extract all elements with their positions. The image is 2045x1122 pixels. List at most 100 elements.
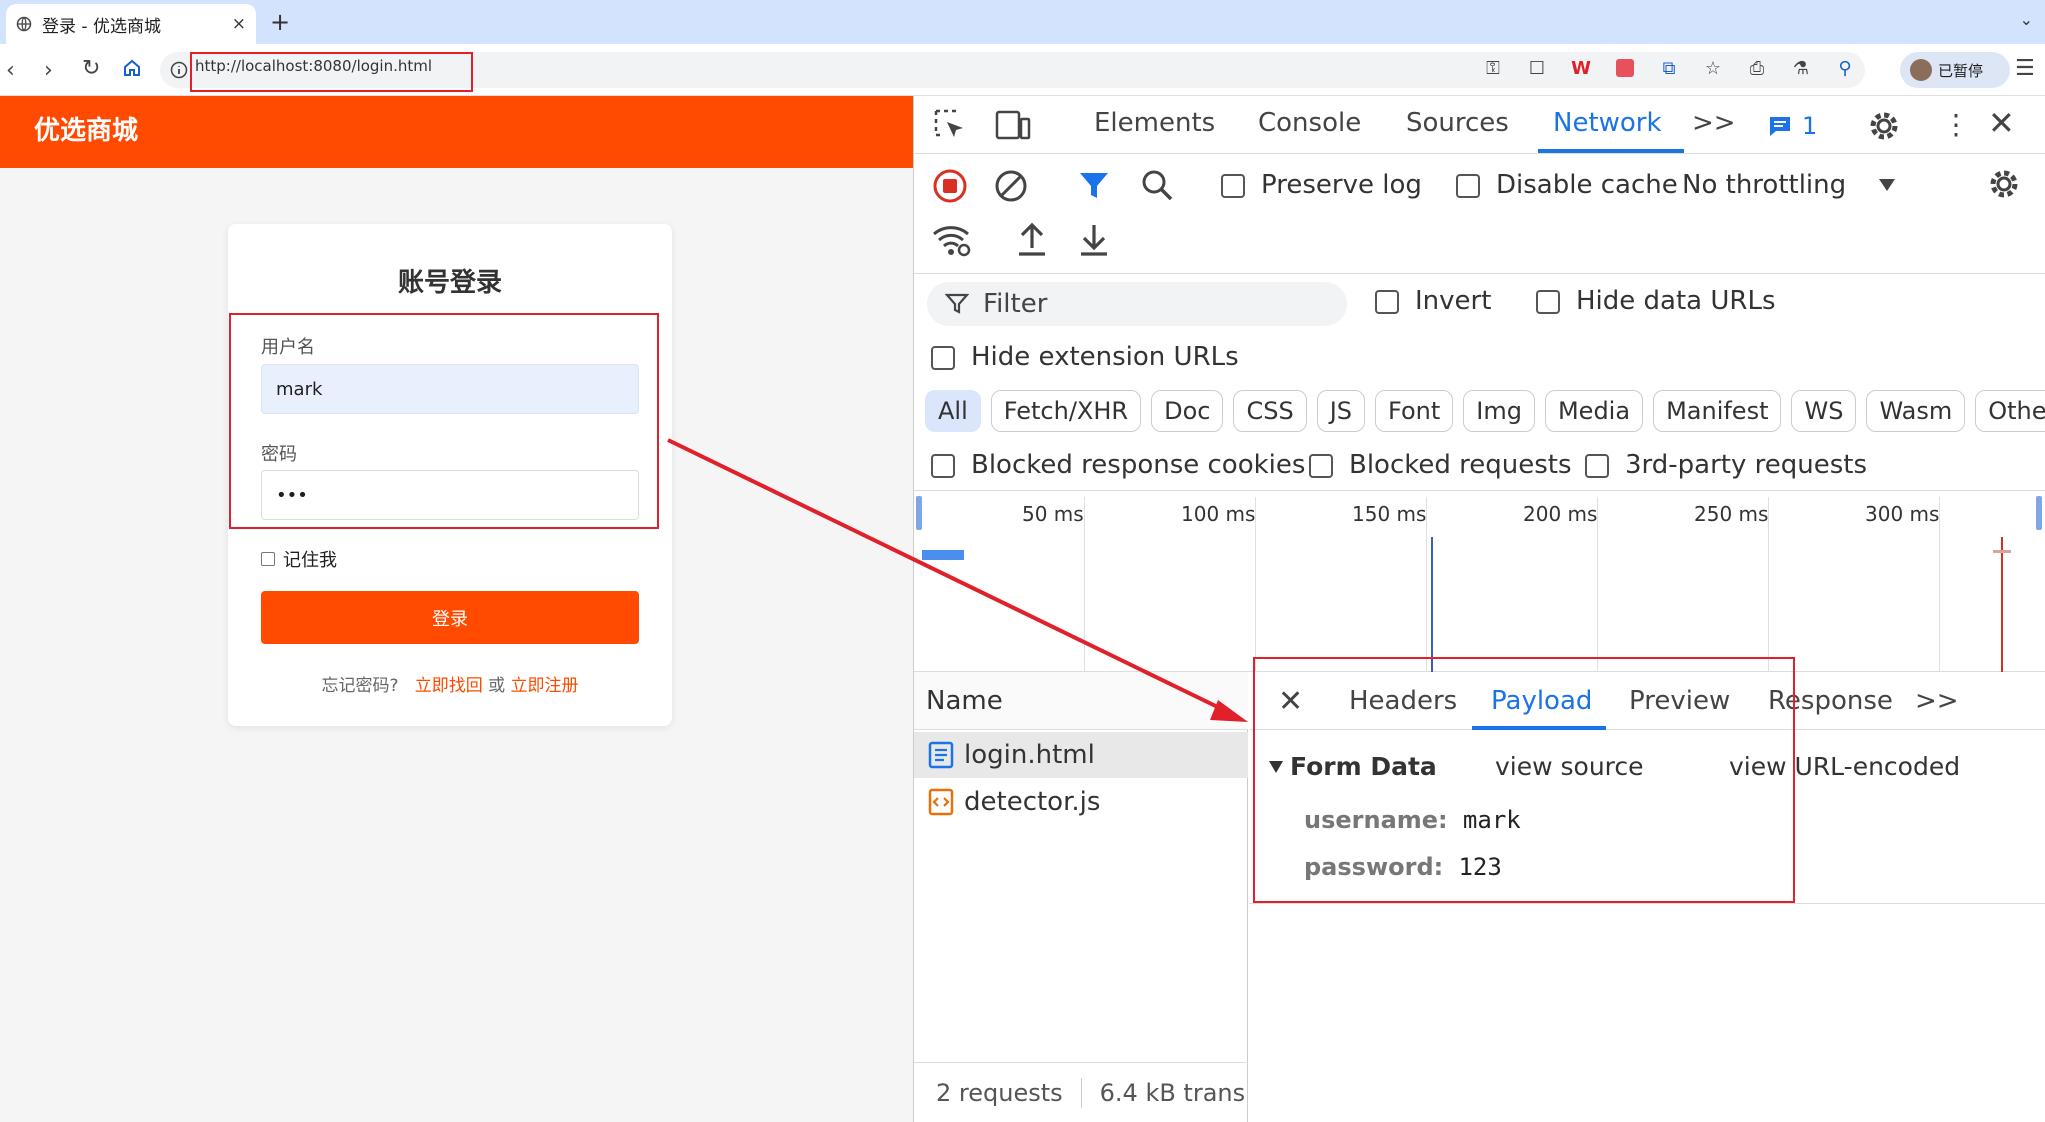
url-highlight-box — [190, 52, 473, 92]
message-icon — [1768, 114, 1792, 138]
tab-console[interactable]: Console — [1258, 108, 1361, 138]
extension-red-icon[interactable] — [1612, 55, 1638, 81]
timeline-left-handle[interactable] — [916, 496, 922, 530]
disable-cache-checkbox[interactable] — [1456, 174, 1480, 198]
chip-all[interactable]: All — [925, 390, 981, 432]
throttling-select[interactable]: No throttling — [1682, 170, 1846, 200]
reload-icon[interactable]: ↻ — [82, 56, 100, 81]
network-conditions-wifi-icon[interactable] — [932, 224, 972, 258]
preserve-log-checkbox[interactable] — [1221, 174, 1245, 198]
export-har-icon[interactable] — [1078, 222, 1110, 258]
more-options-icon[interactable]: ⋮ — [1942, 108, 1970, 141]
tab-network[interactable]: Network — [1553, 108, 1662, 138]
active-tab-indicator — [1538, 149, 1684, 153]
key-icon[interactable]: ⚿ — [1480, 55, 1506, 81]
request-name: detector.js — [964, 787, 1101, 817]
hide-data-urls-checkbox[interactable] — [1536, 290, 1560, 314]
chip-manifest[interactable]: Manifest — [1653, 390, 1782, 432]
recover-link[interactable]: 立即找回 — [415, 676, 483, 696]
tab-strip — [0, 0, 2045, 44]
globe-icon — [16, 16, 32, 32]
blocked-requests-checkbox[interactable] — [1309, 454, 1333, 478]
third-party-checkbox[interactable] — [1585, 454, 1609, 478]
chip-media[interactable]: Media — [1544, 390, 1644, 432]
profile-ext-icon[interactable]: ⚲ — [1832, 55, 1858, 81]
blocked-requests-label: Blocked requests — [1349, 450, 1572, 480]
paused-label: 已暂停 — [1938, 61, 1984, 80]
flask-icon[interactable]: ⚗ — [1788, 55, 1814, 81]
status-bar: 2 requests 6.4 kB trans — [914, 1062, 1248, 1122]
extension-w-icon[interactable]: W — [1568, 55, 1594, 81]
request-bar — [922, 550, 964, 560]
login-button[interactable]: 登录 — [261, 591, 639, 644]
hide-data-urls-label: Hide data URLs — [1576, 286, 1776, 316]
tab-elements[interactable]: Elements — [1094, 108, 1215, 138]
request-row-detector[interactable]: detector.js — [914, 779, 1248, 825]
search-icon[interactable] — [1140, 168, 1174, 202]
chip-other[interactable]: Other — [1975, 390, 2045, 432]
chip-css[interactable]: CSS — [1233, 390, 1307, 432]
tab-sources[interactable]: Sources — [1406, 108, 1509, 138]
tab-search-icon[interactable]: ⌄ — [2020, 10, 2033, 29]
timeline-tick: 50 ms — [1022, 502, 1084, 526]
dropdown-arrow-icon[interactable] — [1878, 178, 1896, 192]
filter-input[interactable]: Filter — [927, 282, 1347, 326]
inspect-element-icon[interactable] — [933, 108, 967, 142]
new-tab-button[interactable]: + — [270, 8, 290, 36]
register-link[interactable]: 立即注册 — [511, 676, 579, 696]
or-text: 或 — [488, 676, 506, 696]
hide-extension-urls-label: Hide extension URLs — [971, 342, 1239, 372]
remember-checkbox[interactable] — [261, 552, 275, 566]
disable-cache-label: Disable cache — [1496, 170, 1678, 200]
name-column-header[interactable]: Name — [914, 672, 1248, 730]
home-icon[interactable] — [122, 58, 142, 78]
chip-font[interactable]: Font — [1375, 390, 1454, 432]
more-tabs-icon[interactable]: >> — [1692, 108, 1736, 138]
issues-button[interactable]: 1 — [1768, 112, 1817, 140]
issues-count: 1 — [1802, 112, 1818, 140]
menu-icon[interactable]: ☰ — [2015, 56, 2035, 81]
chip-doc[interactable]: Doc — [1151, 390, 1224, 432]
extension-puzzle-icon[interactable]: ⧉ — [1656, 55, 1682, 81]
hide-extension-urls-checkbox[interactable] — [931, 346, 955, 370]
network-settings-gear-icon[interactable] — [1986, 166, 2022, 202]
timeline-right-handle[interactable] — [2036, 496, 2042, 530]
request-row-login[interactable]: login.html — [914, 732, 1248, 778]
request-count: 2 requests — [936, 1078, 1063, 1107]
info-icon[interactable] — [170, 61, 188, 79]
import-har-icon[interactable] — [1016, 222, 1048, 258]
settings-gear-icon[interactable] — [1866, 108, 1902, 144]
clear-icon[interactable] — [993, 168, 1029, 204]
blocked-cookies-checkbox[interactable] — [931, 454, 955, 478]
timeline-tick: 200 ms — [1523, 502, 1598, 526]
more-panel-tabs-icon[interactable]: >> — [1915, 686, 1959, 716]
profile-paused-button[interactable]: 已暂停 — [1900, 52, 2010, 88]
filter-funnel-icon[interactable] — [1078, 170, 1110, 202]
browser-tab[interactable]: 登录 - 优选商城 × — [6, 4, 256, 44]
close-devtools-icon[interactable]: ✕ — [1988, 104, 2015, 142]
record-stop-icon[interactable] — [932, 168, 968, 204]
print-icon[interactable]: ⎙ — [1744, 55, 1770, 81]
chip-fetch-xhr[interactable]: Fetch/XHR — [990, 390, 1142, 432]
timeline-tick: 150 ms — [1352, 502, 1427, 526]
bookmark-icon[interactable]: ☐ — [1524, 55, 1550, 81]
script-icon — [928, 788, 954, 816]
tab-title: 登录 - 优选商城 — [42, 16, 161, 37]
chip-img[interactable]: Img — [1463, 390, 1535, 432]
chip-wasm[interactable]: Wasm — [1866, 390, 1966, 432]
device-toolbar-icon[interactable] — [995, 110, 1031, 140]
request-name: login.html — [964, 740, 1095, 770]
chip-js[interactable]: JS — [1316, 390, 1365, 432]
tab-close-icon[interactable]: × — [232, 14, 246, 34]
chip-ws[interactable]: WS — [1791, 390, 1857, 432]
toolbar-icons: ⚿ ☐ W ⧉ ☆ ⎙ ⚗ ⚲ — [1480, 55, 1858, 81]
invert-checkbox[interactable] — [1375, 290, 1399, 314]
site-brand[interactable]: 优选商城 — [34, 110, 138, 147]
forward-arrow-icon[interactable]: › — [44, 58, 53, 83]
timeline-gridline — [1084, 497, 1085, 672]
blocked-cookies-label: Blocked response cookies — [971, 450, 1306, 480]
timeline-tick: 300 ms — [1865, 502, 1940, 526]
remember-me[interactable]: 记住我 — [261, 546, 337, 572]
star-icon[interactable]: ☆ — [1700, 55, 1726, 81]
back-arrow-icon[interactable]: ‹ — [6, 58, 15, 83]
